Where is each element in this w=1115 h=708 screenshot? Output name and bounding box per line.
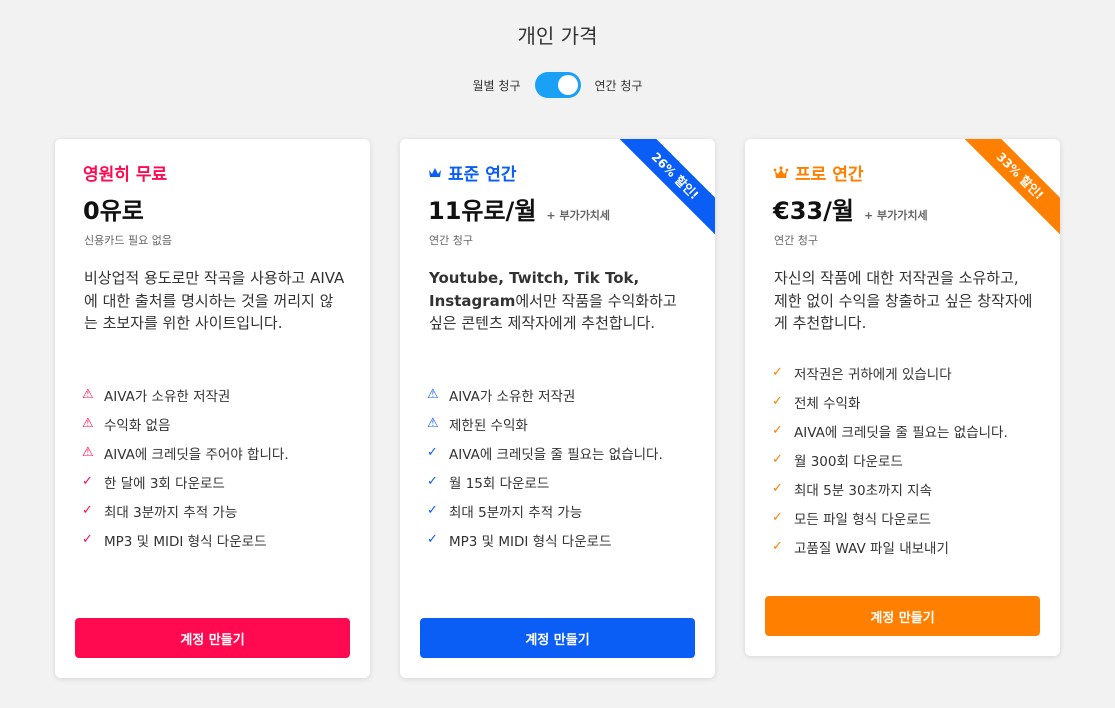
feature-text: MP3 및 MIDI 형식 다운로드 [449, 533, 612, 550]
feature-list: ⚠ AIVA가 소유한 저작권 ⚠ 제한된 수익화 ✓ AIVA에 크레딧을 줄 필요는 … [427, 380, 707, 554]
create-account-button[interactable]: 계정 만들기 [420, 618, 695, 658]
vat-note: + 부가가치세 [863, 209, 928, 222]
feature-item: ✓ MP3 및 MIDI 형식 다운로드 [427, 525, 707, 554]
plan-description: 비상업적 용도로만 작곡을 사용하고 AIVA에 대한 출처를 명시하는 것을 … [84, 269, 345, 332]
check-icon: ✓ [82, 503, 93, 518]
feature-item: ✓ 저작권은 귀하에게 있습니다 [772, 358, 1052, 387]
feature-item: ⚠ 수익화 없음 [82, 409, 362, 438]
create-account-button[interactable]: 계정 만들기 [75, 618, 350, 658]
plan-name-text: 프로 연간 [795, 165, 864, 185]
plan-name: 표준 연간 [428, 160, 516, 185]
plan-sub-note: 연간 청구 [774, 234, 818, 247]
check-icon: ✓ [772, 452, 783, 467]
feature-item: ⚠ AIVA가 소유한 저작권 [82, 380, 362, 409]
feature-text: MP3 및 MIDI 형식 다운로드 [104, 533, 267, 550]
plan-description: Youtube, Twitch, Tik Tok, Instagram에서만 작… [429, 267, 691, 335]
plan-card-standard: 26% 할인! 표준 연간 11유로/월 + 부가가치세 연간 청구 Youtu… [400, 139, 715, 678]
feature-text: 최대 3분까지 추적 가능 [104, 504, 238, 521]
plan-sub-note: 신용카드 필요 없음 [84, 234, 172, 247]
feature-text: 제한된 수익화 [449, 417, 528, 434]
page-title: 개인 가격 [517, 24, 598, 48]
check-icon: ✓ [772, 365, 783, 380]
feature-list: ⚠ AIVA가 소유한 저작권 ⚠ 수익화 없음 ⚠ AIVA에 크레딧을 주어야 합니다… [82, 380, 362, 554]
feature-text: AIVA에 크레딧을 줄 필요는 없습니다. [794, 424, 1008, 441]
feature-text: 한 달에 3회 다운로드 [104, 475, 225, 492]
plan-price: 0유로 [83, 197, 144, 225]
feature-text: AIVA가 소유한 저작권 [449, 388, 576, 405]
feature-text: 모든 파일 형식 다운로드 [794, 511, 932, 528]
feature-text: AIVA에 크레딧을 줄 필요는 없습니다. [449, 446, 663, 463]
feature-text: 고품질 WAV 파일 내보내기 [794, 540, 949, 557]
create-account-button[interactable]: 계정 만들기 [765, 596, 1040, 636]
plan-sub-note: 연간 청구 [429, 234, 473, 247]
check-icon: ✓ [427, 503, 438, 518]
check-icon: ✓ [82, 532, 93, 547]
crown-icon [429, 167, 441, 177]
feature-text: 수익화 없음 [104, 417, 171, 434]
price-row: 11유로/월 + 부가가치세 [428, 191, 610, 226]
feature-item: ✓ 월 300회 다운로드 [772, 445, 1052, 474]
warning-icon: ⚠ [427, 387, 439, 402]
plan-card-free: 영원히 무료 0유로 신용카드 필요 없음 비상업적 용도로만 작곡을 사용하고… [55, 139, 370, 678]
price-row: €33/월 + 부가가치세 [773, 191, 928, 226]
feature-text: 월 15회 다운로드 [449, 475, 550, 492]
monthly-billing-label[interactable]: 월별 청구 [473, 77, 521, 94]
check-icon: ✓ [772, 423, 783, 438]
billing-period-toggle[interactable] [534, 72, 581, 98]
feature-item: ✓ 전체 수익화 [772, 387, 1052, 416]
feature-text: 전체 수익화 [794, 395, 861, 412]
feature-text: AIVA에 크레딧을 주어야 합니다. [104, 446, 289, 463]
feature-item: ✓ 모든 파일 형식 다운로드 [772, 503, 1052, 532]
check-icon: ✓ [772, 394, 783, 409]
check-icon: ✓ [427, 474, 438, 489]
check-icon: ✓ [427, 445, 438, 460]
check-icon: ✓ [772, 510, 783, 525]
plan-price: €33/월 [773, 197, 854, 225]
annual-billing-label[interactable]: 연간 청구 [595, 77, 643, 94]
plan-description: 자신의 작품에 대한 저작권을 소유하고, 제한 없이 수익을 창출하고 싶은 … [774, 269, 1033, 332]
vat-note: + 부가가치세 [546, 209, 611, 222]
plan-name-text: 영원히 무료 [83, 165, 168, 185]
feature-item: ✓ 최대 5분까지 추적 가능 [427, 496, 707, 525]
plan-price: 11유로/월 [428, 197, 537, 225]
plan-card-pro: 33% 할인! 프로 연간 €33/월 + 부가가치세 연간 청구 자신의 작품… [745, 139, 1060, 656]
feature-item: ✓ AIVA에 크레딧을 줄 필요는 없습니다. [427, 438, 707, 467]
warning-icon: ⚠ [82, 387, 94, 402]
discount-ribbon: 26% 할인! [609, 139, 715, 242]
check-icon: ✓ [427, 532, 438, 547]
feature-text: 최대 5분까지 추적 가능 [449, 504, 583, 521]
feature-item: ✓ 고품질 WAV 파일 내보내기 [772, 532, 1052, 561]
check-icon: ✓ [772, 481, 783, 496]
toggle-knob [557, 75, 578, 95]
feature-list: ✓ 저작권은 귀하에게 있습니다 ✓ 전체 수익화 ✓ AIVA에 크레딧을 줄 필요는 … [772, 358, 1052, 561]
feature-item: ✓ 최대 3분까지 추적 가능 [82, 496, 362, 525]
plan-name: 영원히 무료 [83, 160, 167, 185]
feature-item: ⚠ 제한된 수익화 [427, 409, 707, 438]
check-icon: ✓ [82, 474, 93, 489]
feature-text: 저작권은 귀하에게 있습니다 [794, 366, 952, 383]
feature-text: AIVA가 소유한 저작권 [104, 388, 231, 405]
warning-icon: ⚠ [82, 416, 94, 431]
crown-icon [773, 165, 789, 178]
feature-item: ✓ 한 달에 3회 다운로드 [82, 467, 362, 496]
warning-icon: ⚠ [82, 445, 94, 460]
feature-item: ⚠ AIVA가 소유한 저작권 [427, 380, 707, 409]
warning-icon: ⚠ [427, 416, 439, 431]
feature-text: 월 300회 다운로드 [794, 453, 903, 470]
plan-name: 프로 연간 [773, 160, 863, 185]
feature-text: 최대 5분 30초까지 지속 [794, 482, 933, 499]
plan-name-text: 표준 연간 [448, 165, 517, 185]
feature-item: ⚠ AIVA에 크레딧을 주어야 합니다. [82, 438, 362, 467]
feature-item: ✓ MP3 및 MIDI 형식 다운로드 [82, 525, 362, 554]
billing-toggle-row: 월별 청구 연간 청구 [0, 72, 1115, 98]
feature-item: ✓ AIVA에 크레딧을 줄 필요는 없습니다. [772, 416, 1052, 445]
check-icon: ✓ [772, 539, 783, 554]
feature-item: ✓ 월 15회 다운로드 [427, 467, 707, 496]
feature-item: ✓ 최대 5분 30초까지 지속 [772, 474, 1052, 503]
price-row: 0유로 [83, 191, 144, 226]
discount-ribbon: 33% 할인! [954, 139, 1060, 242]
